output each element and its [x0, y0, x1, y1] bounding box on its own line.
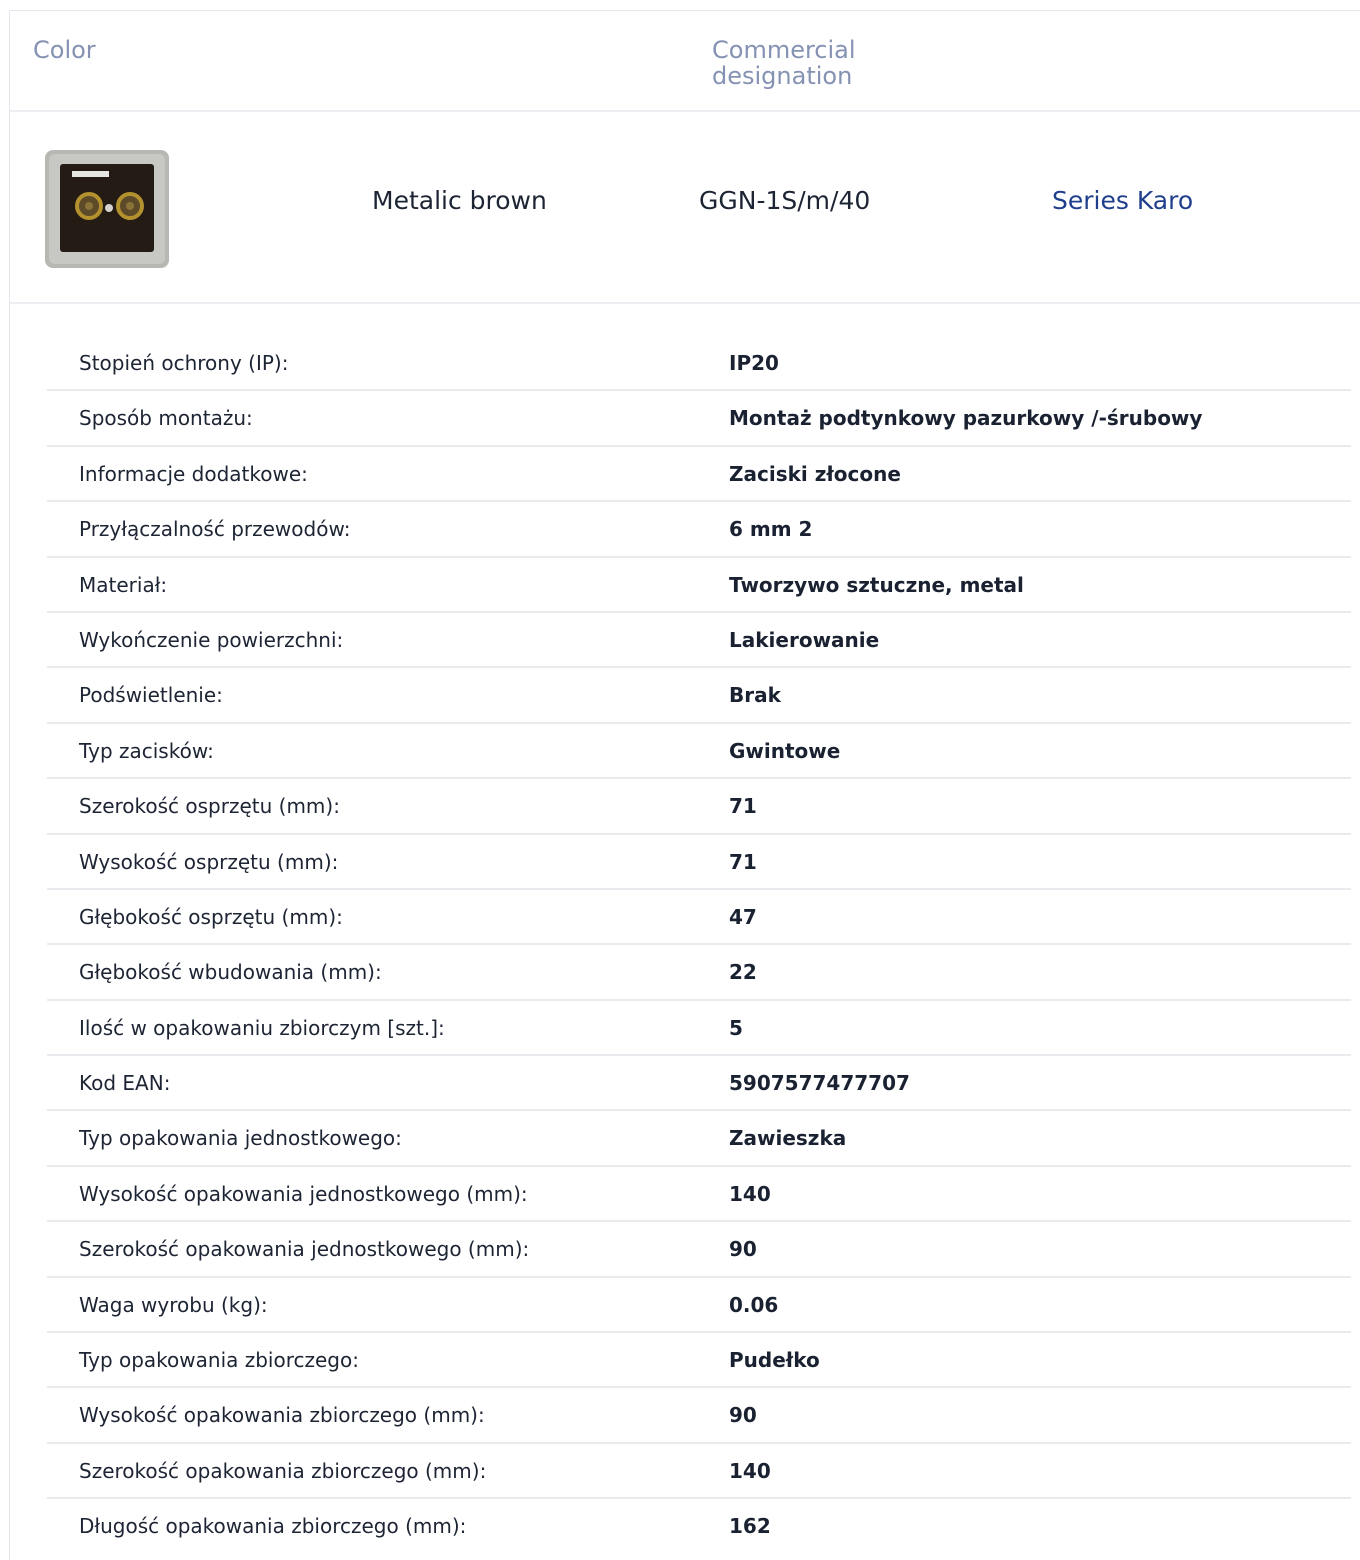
spec-row: Kod EAN: 5907577477707	[47, 1056, 1351, 1112]
spec-row: Materiał: Tworzywo sztuczne, metal	[47, 558, 1351, 613]
spec-value: 6 mm 2	[729, 517, 813, 542]
spec-value: 140	[729, 1181, 771, 1206]
spec-value: Tworzywo sztuczne, metal	[729, 572, 1024, 597]
tv-socket-thumbnail-icon	[45, 150, 169, 268]
spec-row: Szerokość opakowania jednostkowego (mm):…	[47, 1222, 1351, 1278]
spec-value: 5	[729, 1015, 743, 1040]
product-designation: GGN-1S/m/40	[699, 186, 871, 215]
spec-label: Typ opakowania zbiorczego:	[79, 1348, 359, 1373]
specification-table: Stopień ochrony (IP): IP20 Sposób montażu:…	[47, 336, 1351, 1555]
spec-value: 140	[729, 1458, 771, 1483]
spec-row: Typ zacisków: Gwintowe	[47, 724, 1351, 780]
spec-value: 71	[729, 849, 757, 874]
spec-label: Ilość w opakowaniu zbiorczym [szt.]:	[79, 1015, 445, 1040]
series-link[interactable]: Series Karo	[1052, 184, 1193, 218]
spec-label: Waga wyrobu (kg):	[79, 1292, 268, 1317]
spec-value: 22	[729, 960, 757, 985]
spec-value: 47	[729, 904, 757, 929]
spec-row: Głębokość osprzętu (mm): 47	[47, 890, 1351, 946]
spec-label: Wysokość opakowania zbiorczego (mm):	[79, 1403, 485, 1428]
spec-label: Wysokość opakowania jednostkowego (mm):	[79, 1181, 528, 1206]
spec-row: Typ opakowania zbiorczego: Pudełko	[47, 1333, 1351, 1389]
spec-value: IP20	[729, 351, 779, 375]
spec-value: 90	[729, 1403, 757, 1428]
spec-label: Głębokość osprzętu (mm):	[79, 904, 343, 929]
spec-row: Podświetlenie: Brak	[47, 668, 1351, 724]
product-panel: Color Commercial designation Metalic bro…	[9, 10, 1360, 1560]
spec-row: Szerokość opakowania zbiorczego (mm): 140	[47, 1444, 1351, 1500]
spec-label: Wysokość osprzętu (mm):	[79, 849, 339, 874]
column-header-designation: Commercial designation	[712, 36, 856, 90]
spec-row: Wysokość osprzętu (mm): 71	[47, 835, 1351, 890]
spec-row: Głębokość wbudowania (mm): 22	[47, 945, 1351, 1001]
spec-row: Typ opakowania jednostkowego: Zawieszka	[47, 1111, 1351, 1167]
spec-row: Waga wyrobu (kg): 0.06	[47, 1278, 1351, 1334]
spec-value: 5907577477707	[729, 1071, 910, 1096]
spec-label: Długość opakowania zbiorczego (mm):	[79, 1514, 467, 1539]
spec-value: Zaciski złocone	[729, 461, 901, 486]
spec-label: Typ opakowania jednostkowego:	[79, 1126, 402, 1151]
spec-value: Pudełko	[729, 1348, 820, 1373]
spec-label: Szerokość opakowania zbiorczego (mm):	[79, 1458, 487, 1483]
spec-row: Ilość w opakowaniu zbiorczym [szt.]: 5	[47, 1001, 1351, 1057]
spec-label: Przyłączalność przewodów:	[79, 517, 351, 542]
spec-row: Sposób montażu: Montaż podtynkowy pazurko…	[47, 391, 1351, 447]
spec-row: Przyłączalność przewodów: 6 mm 2	[47, 502, 1351, 558]
spec-label: Stopień ochrony (IP):	[79, 351, 289, 375]
spec-value: Lakierowanie	[729, 627, 880, 652]
spec-value: Brak	[729, 683, 781, 708]
table-header-row: Color Commercial designation	[10, 11, 1360, 112]
spec-row: Informacje dodatkowe: Zaciski złocone	[47, 447, 1351, 503]
spec-label: Sposób montażu:	[79, 406, 253, 431]
spec-value: Zawieszka	[729, 1126, 847, 1151]
spec-label: Typ zacisków:	[79, 738, 214, 763]
spec-label: Szerokość opakowania jednostkowego (mm):	[79, 1237, 530, 1262]
spec-label: Informacje dodatkowe:	[79, 461, 308, 486]
spec-label: Szerokość osprzętu (mm):	[79, 794, 340, 819]
product-row: Metalic brown GGN-1S/m/40 Series Karo	[10, 112, 1360, 304]
spec-row: Długość opakowania zbiorczego (mm): 162	[47, 1499, 1351, 1554]
spec-value: 0.06	[729, 1292, 779, 1317]
spec-label: Materiał:	[79, 572, 168, 597]
product-color: Metalic brown	[372, 186, 547, 215]
spec-value: 90	[729, 1237, 757, 1262]
spec-value: Gwintowe	[729, 738, 841, 763]
spec-row: Szerokość osprzętu (mm): 71	[47, 779, 1351, 835]
spec-row: Stopień ochrony (IP): IP20	[47, 336, 1351, 392]
spec-value: 71	[729, 794, 757, 819]
spec-row: Wykończenie powierzchni: Lakierowanie	[47, 613, 1351, 669]
spec-label: Podświetlenie:	[79, 683, 223, 708]
spec-value: 162	[729, 1514, 771, 1539]
spec-row: Wysokość opakowania jednostkowego (mm): 1…	[47, 1167, 1351, 1223]
spec-label: Kod EAN:	[79, 1071, 171, 1096]
spec-row: Wysokość opakowania zbiorczego (mm): 90	[47, 1388, 1351, 1444]
spec-value: Montaż podtynkowy pazurkowy /-śrubowy	[729, 406, 1203, 431]
spec-label: Wykończenie powierzchni:	[79, 627, 344, 652]
spec-label: Głębokość wbudowania (mm):	[79, 960, 382, 985]
column-header-color: Color	[33, 36, 96, 64]
